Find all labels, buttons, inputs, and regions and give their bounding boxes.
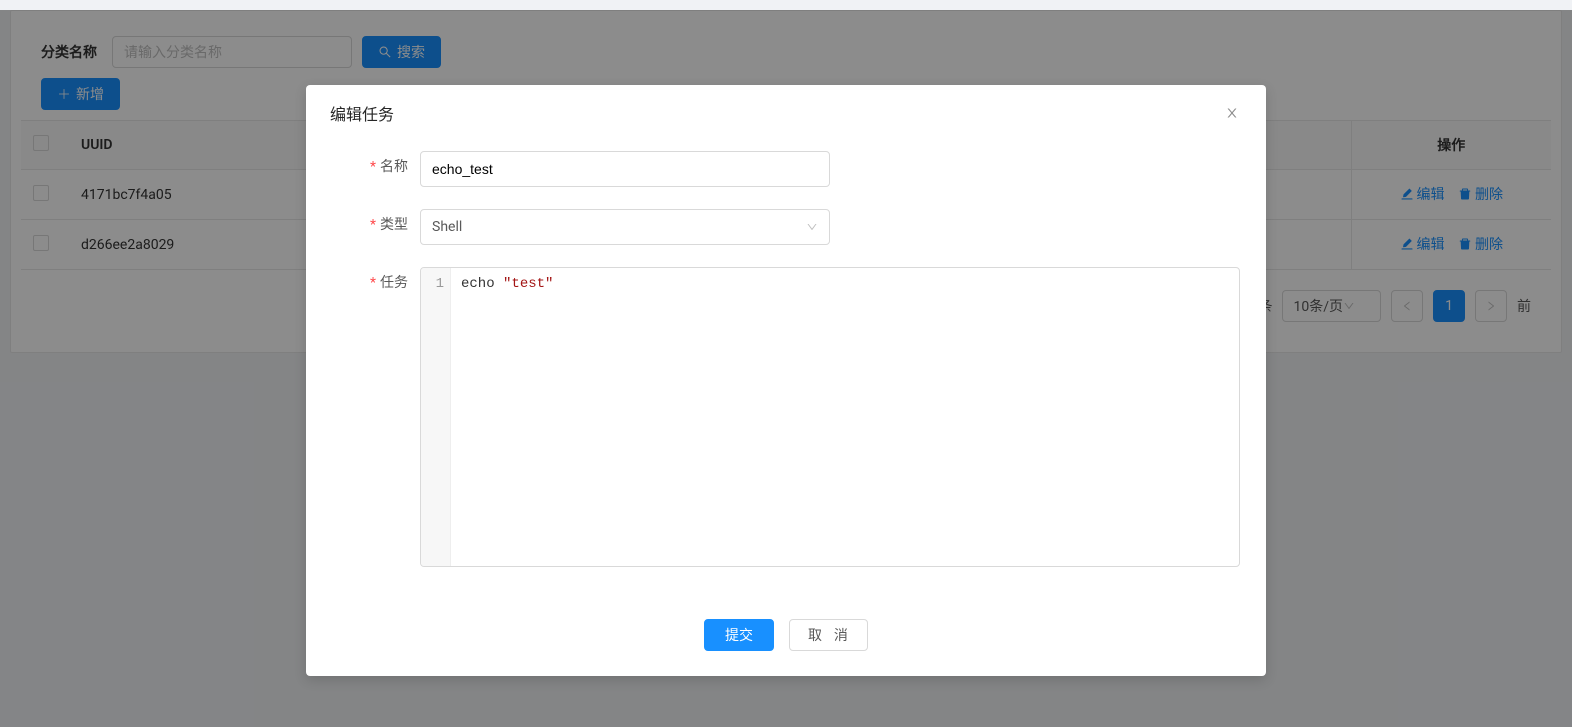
cancel-button[interactable]: 取 消 xyxy=(789,619,868,651)
modal-mask: 编辑任务 *名称 *类型 Shell xyxy=(0,10,1572,727)
form-row-task: *任务 1 echo "test" xyxy=(330,267,1242,567)
code-area[interactable]: echo "test" xyxy=(451,268,1239,566)
chevron-down-icon xyxy=(806,221,818,233)
code-editor[interactable]: 1 echo "test" xyxy=(420,267,1240,567)
code-token-keyword: echo xyxy=(461,276,503,292)
code-gutter: 1 xyxy=(421,268,451,566)
edit-task-modal: 编辑任务 *名称 *类型 Shell xyxy=(306,85,1266,676)
name-input[interactable] xyxy=(420,151,830,187)
type-select-value: Shell xyxy=(432,219,462,235)
form-row-type: *类型 Shell xyxy=(330,209,1242,245)
close-icon xyxy=(1225,106,1239,120)
modal-body: *名称 *类型 Shell *任务 1 xyxy=(306,141,1266,609)
type-label: *类型 xyxy=(330,209,420,241)
name-label: *名称 xyxy=(330,151,420,183)
form-row-name: *名称 xyxy=(330,151,1242,187)
type-select[interactable]: Shell xyxy=(420,209,830,245)
modal-title: 编辑任务 xyxy=(330,101,394,125)
code-token-string: "test" xyxy=(503,276,553,292)
modal-header: 编辑任务 xyxy=(306,85,1266,141)
submit-button[interactable]: 提交 xyxy=(704,619,774,651)
modal-close-button[interactable] xyxy=(1222,103,1242,123)
modal-footer: 提交 取 消 xyxy=(306,609,1266,676)
task-label: *任务 xyxy=(330,267,420,299)
